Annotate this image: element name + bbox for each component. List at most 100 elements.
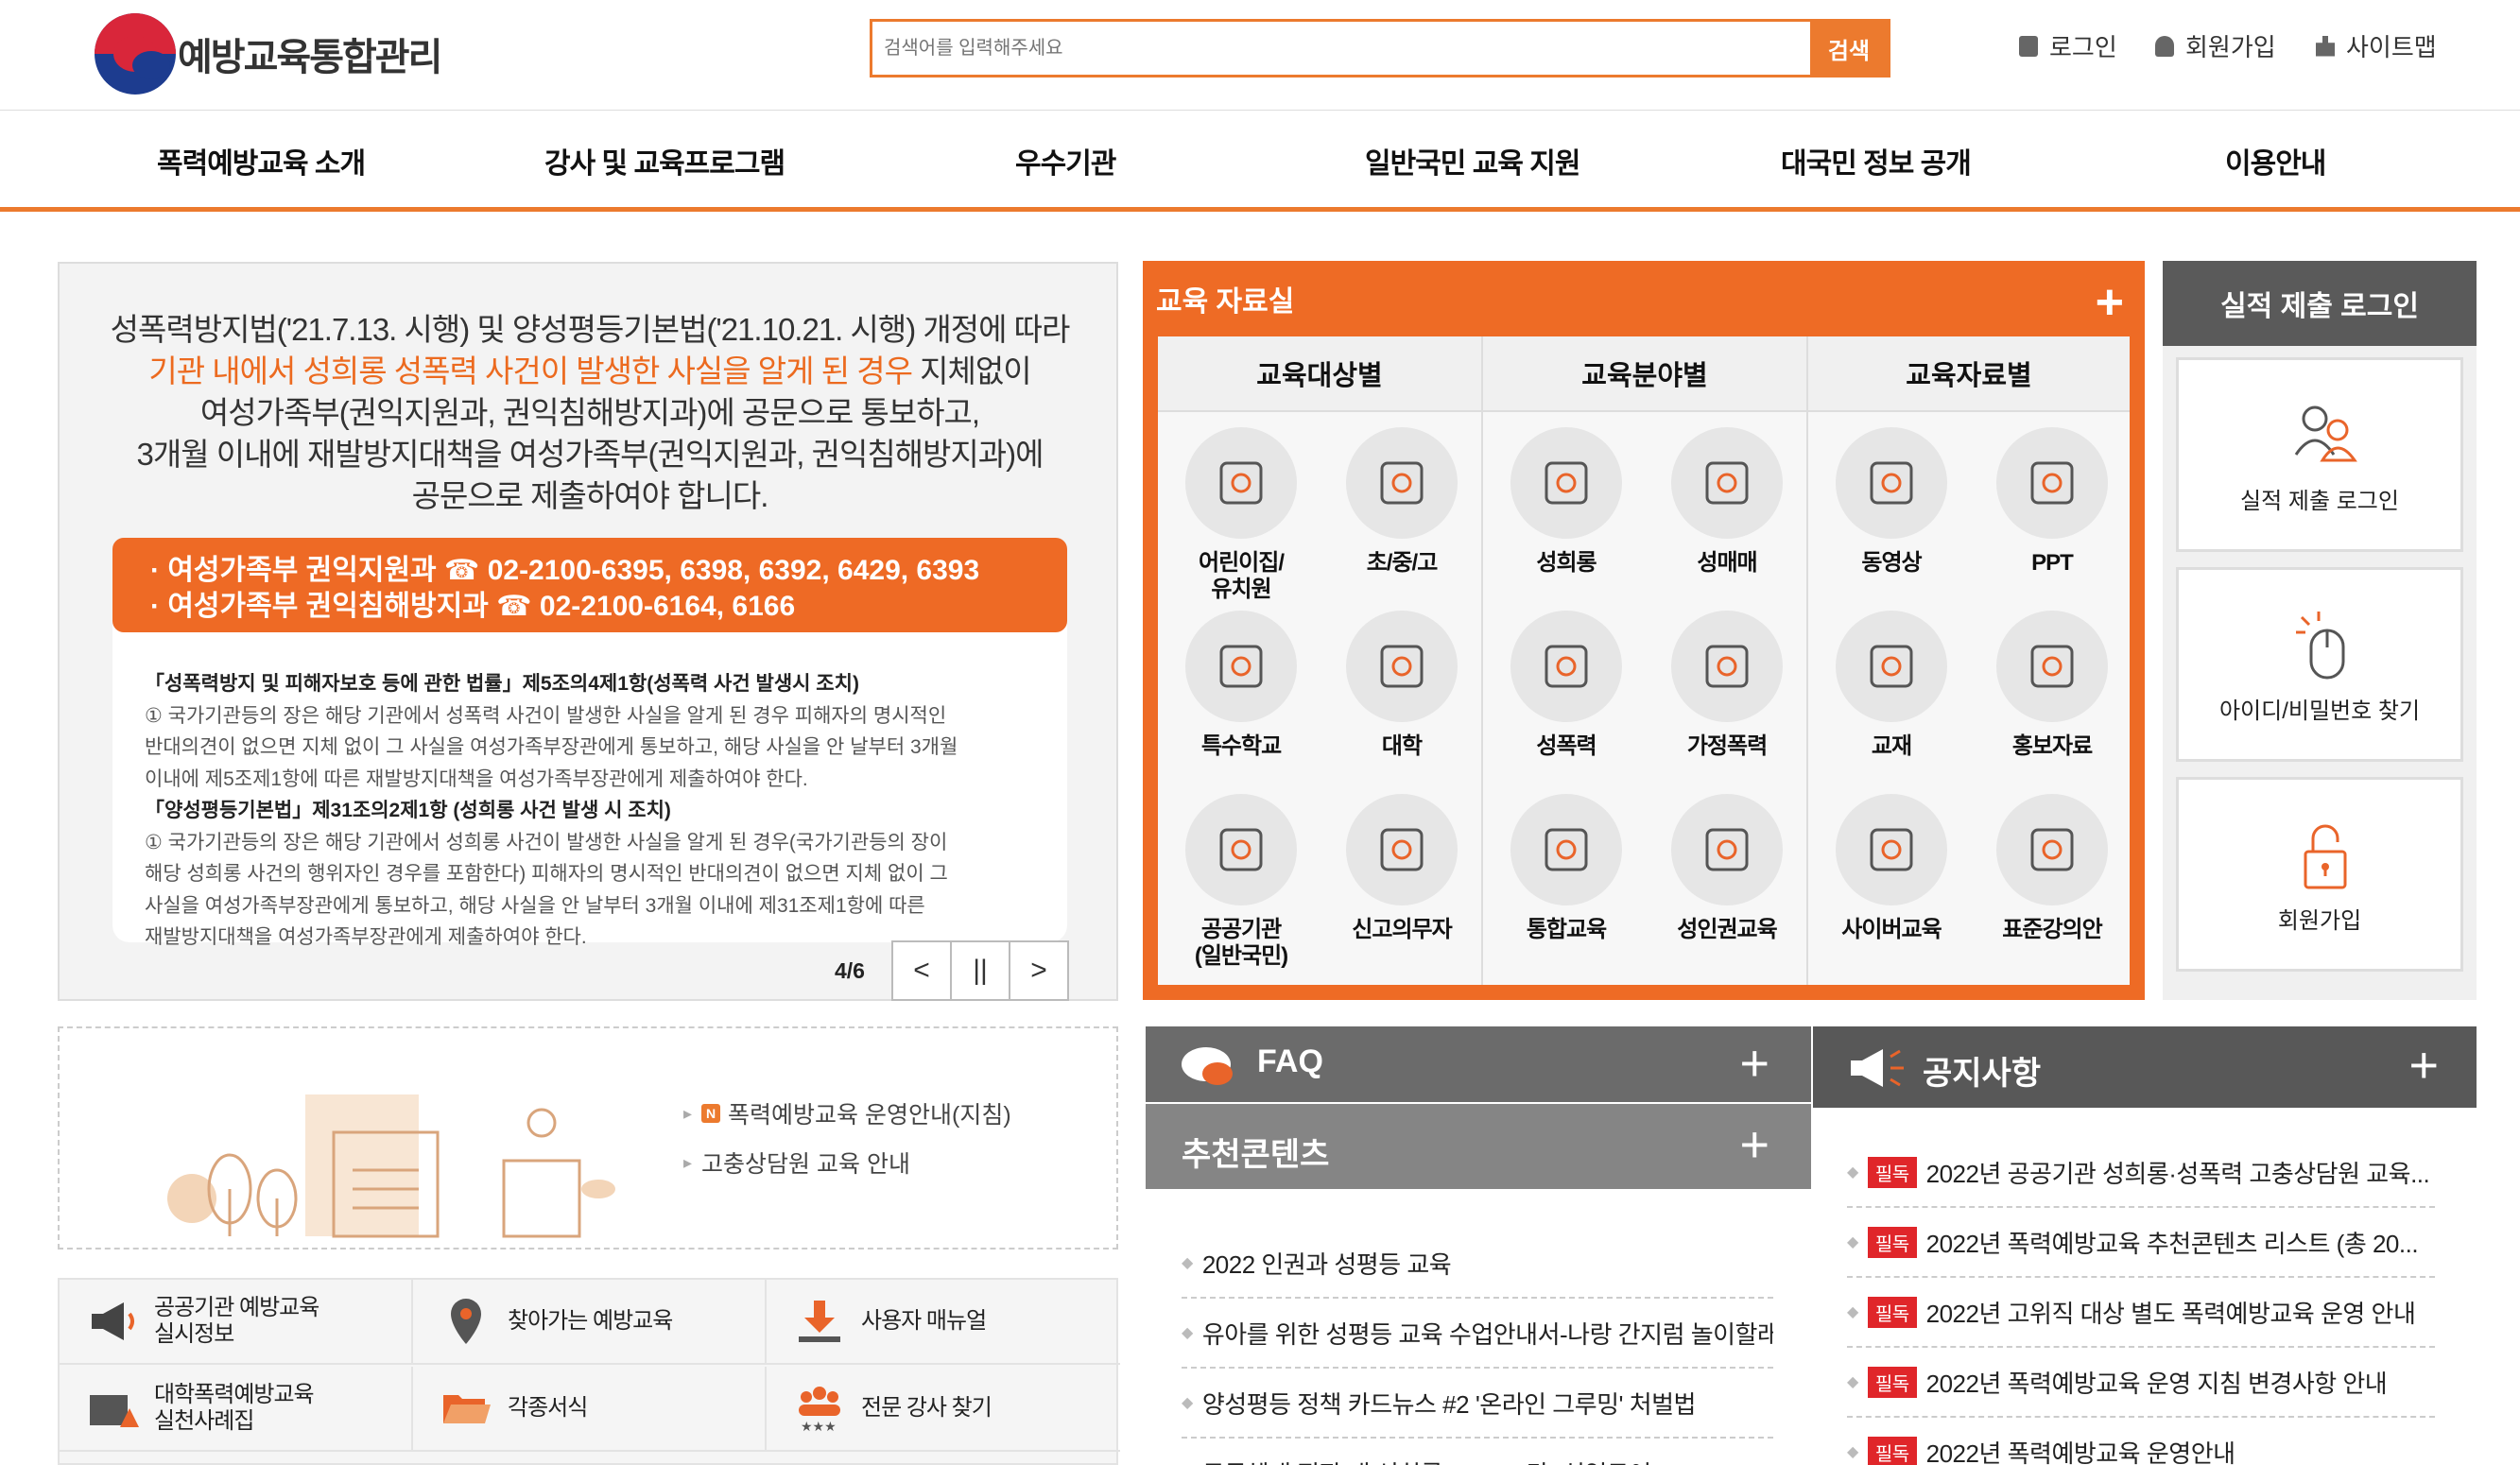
monitor-icon [1836,794,1947,905]
quick-find-instructor[interactable]: ★★★ 전문 강사 찾기 [767,1367,1120,1452]
nav-instructors-programs[interactable]: 강사 및 교육프로그램 [544,140,785,181]
edu-more-button[interactable]: + [2096,278,2124,327]
sitemap-link[interactable]: 사이트맵 [2316,28,2437,63]
law-body: 반대의견이 없으면 지체 없이 그 사실을 여성가족부장관에게 통보하고, 해당… [145,736,958,758]
faq-bar[interactable]: FAQ + [1146,1026,1811,1102]
join-link[interactable]: 회원가입 [2155,28,2276,63]
must-read-badge: 필독 [1867,1156,1917,1188]
list-item[interactable]: ◆군국헤내 직장 내 성희롱 QnA 11탄 (심업규어) [1182,1439,1773,1465]
edu-item[interactable]: 성인권교육 [1647,794,1807,943]
quick-visiting-education[interactable]: 찾아가는 예방교육 [413,1280,767,1365]
video-icon [1836,427,1947,539]
performance-login-button[interactable]: 실적 제출 로그인 [2176,357,2463,552]
user-icon [2155,35,2174,57]
join-member-button[interactable]: 회원가입 [2176,777,2463,972]
logo[interactable]: 예방교육통합관리 [95,13,442,95]
quick-label: 각종서식 [508,1395,588,1421]
edu-item-label: 홍보자료 [2011,733,2093,759]
edu-item[interactable]: PPT [1972,427,2132,577]
list-item[interactable]: ◆ 필독 2022년 고위직 대상 별도 폭력예방교육 운영 안내 [1847,1278,2435,1348]
edu-item[interactable]: 표준강의안 [1972,794,2132,943]
edu-item[interactable]: 성희롱 [1486,427,1647,577]
brochure-icon [1996,611,2108,722]
edu-item[interactable]: 교재 [1811,611,1972,760]
guideline-link-label: 폭력예방교육 운영안내(지침) [728,1102,1011,1129]
violence-icon [1510,611,1622,722]
law-body: ① 국가기관등의 장은 해당 기관에서 성폭력 사건이 발생한 사실을 알게 된… [145,704,947,727]
edu-item[interactable]: 초/중/고 [1321,427,1482,577]
edu-item[interactable]: 동영상 [1811,427,1972,577]
recommended-more-button[interactable]: + [1739,1119,1769,1170]
folder-icon [440,1382,492,1435]
banner-text: 지체없이 [911,353,1031,388]
edu-item-label: 표준강의안 [2002,917,2102,942]
list-item-label: 군국헤내 직장 내 성희롱 QnA 11탄 (심업규어) [1202,1456,1660,1465]
nav-public-info[interactable]: 대국민 정보 공개 [1781,140,1972,181]
graduation-cap-icon [1346,611,1458,722]
list-item[interactable]: ◆ 필독 2022년 폭력예방교육 운영안내 [1847,1418,2435,1465]
find-id-password-button[interactable]: 아이디/비밀번호 찾기 [2176,567,2463,762]
nav-public-education[interactable]: 일반국민 교육 지원 [1365,140,1580,181]
faq-title: FAQ [1257,1043,1323,1079]
bullet-icon: ◆ [1847,1374,1858,1390]
edu-item[interactable]: 가정폭력 [1647,611,1807,760]
performance-login-panel: 실적 제출 로그인 실적 제출 로그인 아이디/비밀번호 찾기 회원가입 [2163,261,2477,1000]
must-read-badge: 필독 [1867,1366,1917,1398]
recommended-bar: 추천콘텐츠 + [1146,1104,1811,1189]
edu-item[interactable]: 사이버교육 [1811,794,1972,943]
list-item-label: 2022년 폭력예방교육 운영 지침 변경사항 안내 [1925,1369,2388,1398]
edu-item[interactable]: 신고의무자 [1321,794,1482,943]
banner-highlight: 기관 내에서 성희롱 성폭력 사건이 발생한 사실을 알게 된 경우 [148,353,913,388]
edu-item[interactable]: 대학 [1321,611,1482,760]
login-link[interactable]: 로그인 [2019,28,2117,63]
edu-item-label: 공공기관 (일반국민) [1194,917,1288,969]
edu-item[interactable]: 성폭력 [1486,611,1647,760]
list-item[interactable]: ◆ 필독 2022년 폭력예방교육 추천콘텐츠 리스트 (총 20... [1847,1208,2435,1278]
edu-column-header[interactable]: 교육분야별 [1483,336,1806,412]
edu-item[interactable]: 특수학교 [1161,611,1321,760]
slide-pager: 4/6 [835,957,865,983]
next-slide-button[interactable]: > [1008,940,1069,1001]
performance-login-title: 실적 제출 로그인 [2163,261,2477,346]
notice-more-button[interactable]: + [2408,1040,2439,1091]
recommended-list: ◆ 2022 인권과 성평등 교육 ◆ 유아를 위한 성평등 교육 수업안내서-나랑… [1182,1229,1773,1465]
nav-guide[interactable]: 이용안내 [2225,140,2326,181]
nav-violence-prevention[interactable]: 폭력예방교육 소개 [157,140,366,181]
megaphone-icon [86,1295,139,1348]
edu-item[interactable]: 통합교육 [1486,794,1647,943]
house-icon [1671,611,1783,722]
prev-slide-button[interactable]: < [890,940,952,1001]
contact-box: · 여성가족부 권익지원과 ☎ 02-2100-6395, 6398, 6392… [112,538,1067,632]
quick-label: 대학폭력예방교육 실천사례집 [154,1382,315,1434]
quick-forms[interactable]: 각종서식 [413,1367,767,1452]
edu-column-header[interactable]: 교육자료별 [1808,336,2130,412]
pause-slide-button[interactable]: || [949,940,1010,1001]
bullet-icon: ◆ [1182,1395,1193,1411]
notice-title: 공지사항 [1923,1056,2042,1092]
quick-user-manual[interactable]: 사용자 매뉴얼 [767,1280,1120,1365]
quick-university-casebook[interactable]: 대학폭력예방교육 실천사례집 [60,1367,413,1452]
warning-icon [86,1382,139,1435]
edu-item[interactable]: 홍보자료 [1972,611,2132,760]
edu-item[interactable]: 성매매 [1647,427,1807,577]
lecture-plan-icon [1996,794,2108,905]
edu-column-header[interactable]: 교육대상별 [1158,336,1481,412]
notice-bar: 공지사항 + [1813,1026,2477,1108]
list-item[interactable]: ◆ 양성평등 정책 카드뉴스 #2 '온라인 그루밍' 처벌법 [1182,1369,1773,1439]
list-item[interactable]: ◆ 필독 2022년 폭력예방교육 운영 지침 변경사항 안내 [1847,1348,2435,1418]
counselor-education-link[interactable]: ▸ 고충상담원 교육 안내 [683,1146,910,1180]
guideline-link[interactable]: ▸ N 폭력예방교육 운영안내(지침) [683,1096,1011,1130]
search-input[interactable] [872,22,1810,75]
counselor-education-label: 고충상담원 교육 안내 [701,1151,910,1178]
list-item[interactable]: ◆ 유아를 위한 성평등 교육 수업안내서-나랑 간지럼 놀이할래? [1182,1299,1773,1369]
pie-chart-icon [1996,427,2108,539]
edu-item-label: 성폭력 [1536,733,1597,759]
list-item[interactable]: ◆ 필독 2022년 공공기관 성희롱·성폭력 고충상담원 교육... [1847,1138,2435,1208]
search-button[interactable]: 검색 [1810,22,1888,75]
quick-public-education-info[interactable]: 공공기관 예방교육 실시정보 [60,1280,413,1365]
list-item[interactable]: ◆ 2022 인권과 성평등 교육 [1182,1229,1773,1299]
faq-more-button[interactable]: + [1739,1038,1769,1089]
nav-excellent-institutions[interactable]: 우수기관 [1015,140,1116,181]
edu-item[interactable]: 어린이집/ 유치원 [1161,427,1321,603]
edu-item[interactable]: 공공기관 (일반국민) [1161,794,1321,970]
